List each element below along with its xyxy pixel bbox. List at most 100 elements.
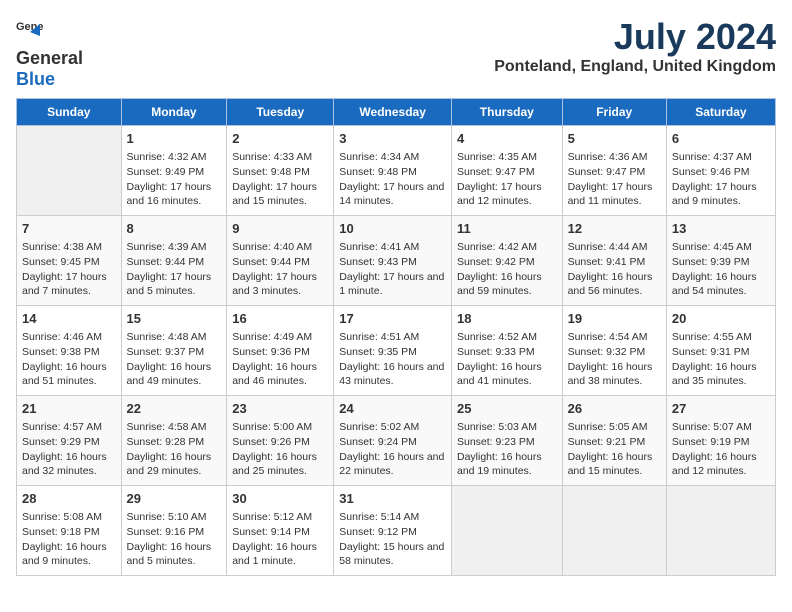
cell-text: Daylight: 15 hours and 58 minutes. [339, 540, 446, 569]
main-title: July 2024 [494, 16, 776, 58]
cell-text: Sunset: 9:29 PM [22, 435, 116, 450]
cell-text: Sunset: 9:28 PM [127, 435, 222, 450]
cell-text: Sunset: 9:35 PM [339, 345, 446, 360]
day-number: 29 [127, 490, 222, 508]
cell-text: Sunrise: 4:32 AM [127, 150, 222, 165]
cell-text: Sunset: 9:32 PM [568, 345, 661, 360]
cell-text: Sunset: 9:14 PM [232, 525, 328, 540]
col-header-friday: Friday [562, 99, 666, 126]
cell-text: Sunset: 9:43 PM [339, 255, 446, 270]
col-header-sunday: Sunday [17, 99, 122, 126]
cell-text: Sunrise: 4:39 AM [127, 240, 222, 255]
cell-text: Sunset: 9:48 PM [232, 165, 328, 180]
cell-text: Sunrise: 4:35 AM [457, 150, 557, 165]
cell-text: Daylight: 16 hours and 32 minutes. [22, 450, 116, 479]
cell-text: Sunrise: 4:46 AM [22, 330, 116, 345]
calendar-cell: 10Sunrise: 4:41 AMSunset: 9:43 PMDayligh… [334, 216, 452, 306]
day-number: 25 [457, 400, 557, 418]
cell-text: Sunrise: 4:44 AM [568, 240, 661, 255]
calendar-cell: 7Sunrise: 4:38 AMSunset: 9:45 PMDaylight… [17, 216, 122, 306]
cell-text: Sunset: 9:42 PM [457, 255, 557, 270]
day-number: 21 [22, 400, 116, 418]
calendar-cell: 28Sunrise: 5:08 AMSunset: 9:18 PMDayligh… [17, 486, 122, 576]
calendar-cell: 27Sunrise: 5:07 AMSunset: 9:19 PMDayligh… [666, 396, 775, 486]
day-number: 8 [127, 220, 222, 238]
calendar-cell: 11Sunrise: 4:42 AMSunset: 9:42 PMDayligh… [451, 216, 562, 306]
cell-text: Sunrise: 5:12 AM [232, 510, 328, 525]
day-number: 16 [232, 310, 328, 328]
cell-text: Daylight: 17 hours and 1 minute. [339, 270, 446, 299]
day-number: 11 [457, 220, 557, 238]
cell-text: Sunset: 9:23 PM [457, 435, 557, 450]
day-number: 3 [339, 130, 446, 148]
calendar-cell: 13Sunrise: 4:45 AMSunset: 9:39 PMDayligh… [666, 216, 775, 306]
calendar-cell: 26Sunrise: 5:05 AMSunset: 9:21 PMDayligh… [562, 396, 666, 486]
day-number: 12 [568, 220, 661, 238]
calendar-cell: 22Sunrise: 4:58 AMSunset: 9:28 PMDayligh… [121, 396, 227, 486]
cell-text: Sunset: 9:19 PM [672, 435, 770, 450]
calendar-cell: 20Sunrise: 4:55 AMSunset: 9:31 PMDayligh… [666, 306, 775, 396]
cell-text: Sunrise: 5:14 AM [339, 510, 446, 525]
cell-text: Daylight: 16 hours and 54 minutes. [672, 270, 770, 299]
day-number: 1 [127, 130, 222, 148]
cell-text: Sunrise: 4:34 AM [339, 150, 446, 165]
logo: General General Blue [16, 16, 83, 90]
day-number: 31 [339, 490, 446, 508]
logo-icon: General [16, 16, 44, 44]
cell-text: Sunrise: 5:05 AM [568, 420, 661, 435]
cell-text: Sunrise: 4:48 AM [127, 330, 222, 345]
cell-text: Daylight: 16 hours and 38 minutes. [568, 360, 661, 389]
cell-text: Daylight: 17 hours and 9 minutes. [672, 180, 770, 209]
col-header-thursday: Thursday [451, 99, 562, 126]
day-number: 14 [22, 310, 116, 328]
cell-text: Sunrise: 5:10 AM [127, 510, 222, 525]
day-number: 24 [339, 400, 446, 418]
day-number: 15 [127, 310, 222, 328]
cell-text: Daylight: 16 hours and 29 minutes. [127, 450, 222, 479]
cell-text: Sunset: 9:47 PM [568, 165, 661, 180]
cell-text: Sunset: 9:36 PM [232, 345, 328, 360]
cell-text: Sunset: 9:49 PM [127, 165, 222, 180]
calendar-cell: 21Sunrise: 4:57 AMSunset: 9:29 PMDayligh… [17, 396, 122, 486]
day-number: 10 [339, 220, 446, 238]
cell-text: Sunset: 9:26 PM [232, 435, 328, 450]
day-number: 23 [232, 400, 328, 418]
cell-text: Sunset: 9:47 PM [457, 165, 557, 180]
cell-text: Daylight: 17 hours and 15 minutes. [232, 180, 328, 209]
cell-text: Sunrise: 4:42 AM [457, 240, 557, 255]
cell-text: Sunset: 9:16 PM [127, 525, 222, 540]
calendar-cell: 17Sunrise: 4:51 AMSunset: 9:35 PMDayligh… [334, 306, 452, 396]
cell-text: Sunrise: 4:51 AM [339, 330, 446, 345]
calendar-cell: 31 Sunrise: 5:14 AMSunset: 9:12 PMDayligh… [334, 486, 452, 576]
day-number: 19 [568, 310, 661, 328]
calendar-cell: 14Sunrise: 4:46 AMSunset: 9:38 PMDayligh… [17, 306, 122, 396]
logo-general: General [16, 48, 83, 68]
cell-text: Sunset: 9:18 PM [22, 525, 116, 540]
cell-text: Sunset: 9:41 PM [568, 255, 661, 270]
calendar-cell: 6Sunrise: 4:37 AMSunset: 9:46 PMDaylight… [666, 126, 775, 216]
cell-text: Sunrise: 4:52 AM [457, 330, 557, 345]
cell-text: Sunrise: 5:02 AM [339, 420, 446, 435]
day-number: 28 [22, 490, 116, 508]
col-header-wednesday: Wednesday [334, 99, 452, 126]
cell-text: Sunrise: 5:07 AM [672, 420, 770, 435]
day-number: 5 [568, 130, 661, 148]
cell-text: Sunset: 9:12 PM [339, 525, 446, 540]
cell-text: Sunrise: 4:40 AM [232, 240, 328, 255]
calendar-cell: 4Sunrise: 4:35 AMSunset: 9:47 PMDaylight… [451, 126, 562, 216]
day-number: 30 [232, 490, 328, 508]
day-number: 2 [232, 130, 328, 148]
calendar-cell [562, 486, 666, 576]
cell-text: Sunset: 9:31 PM [672, 345, 770, 360]
cell-text: Daylight: 16 hours and 25 minutes. [232, 450, 328, 479]
day-number: 26 [568, 400, 661, 418]
calendar-cell [666, 486, 775, 576]
calendar-cell: 23Sunrise: 5:00 AMSunset: 9:26 PMDayligh… [227, 396, 334, 486]
day-number: 22 [127, 400, 222, 418]
cell-text: Sunset: 9:45 PM [22, 255, 116, 270]
calendar-cell [451, 486, 562, 576]
calendar-cell [17, 126, 122, 216]
cell-text: Daylight: 16 hours and 5 minutes. [127, 540, 222, 569]
calendar-cell: 1Sunrise: 4:32 AMSunset: 9:49 PMDaylight… [121, 126, 227, 216]
cell-text: Daylight: 16 hours and 22 minutes. [339, 450, 446, 479]
